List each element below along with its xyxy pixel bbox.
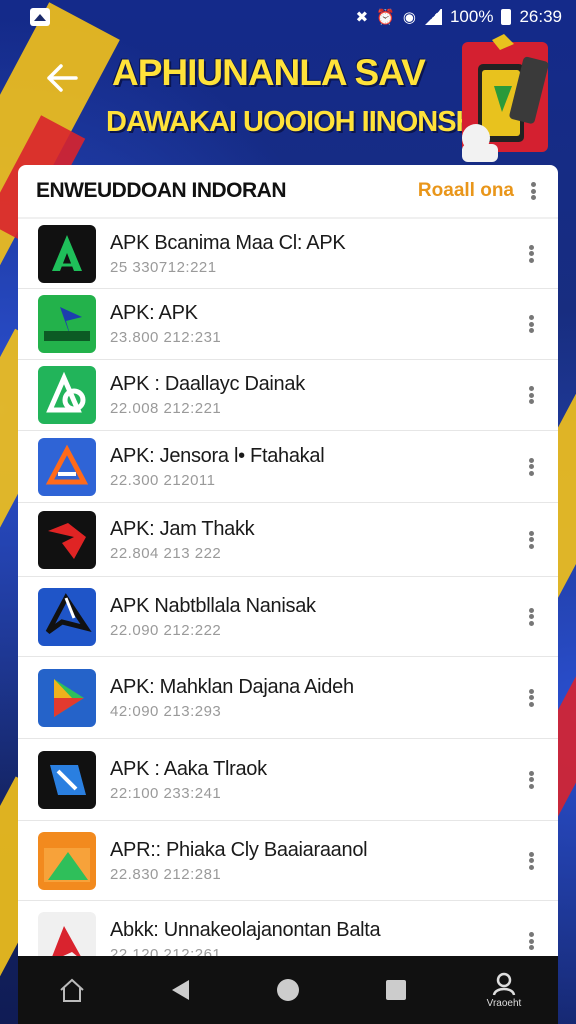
profile-label: Vraoeht	[486, 997, 522, 1009]
app-meta: 22.300 212011	[110, 471, 216, 489]
red-tab-icon	[38, 912, 96, 956]
row-menu-icon[interactable]	[524, 930, 538, 952]
mute-icon: ✖	[355, 8, 369, 26]
row-menu-icon[interactable]	[524, 243, 538, 265]
nav-back-button[interactable]	[145, 960, 215, 1020]
back-arrow-icon	[47, 64, 78, 92]
list-item[interactable]: APK Bcanima Maa Cl: APK 25 330712:221	[18, 219, 558, 289]
row-menu-icon[interactable]	[524, 456, 538, 478]
app-name: APK: Jam Thakk	[110, 517, 255, 540]
back-triangle-icon	[172, 980, 189, 1000]
row-menu-icon[interactable]	[524, 384, 538, 406]
list-item[interactable]: APK Nabtbllala Nanisak 22.090 212:222	[18, 577, 558, 657]
bottom-nav-bar: Vraoeht	[18, 956, 558, 1024]
home-icon	[60, 978, 84, 1002]
nav-recents-button[interactable]	[361, 960, 431, 1020]
list-item[interactable]: APK : Daallayc Dainak 22.008 212:221	[18, 360, 558, 431]
play-icon	[38, 668, 96, 727]
list-item[interactable]: APK: Jensora l• Ftahakal 22.300 212011	[18, 431, 558, 503]
list-item[interactable]: APK : Aaka Tlraok 22:100 233:241	[18, 739, 558, 821]
header-banner: APHIUNANLA SAV DAWAKAI UOOIOH IINONSHI	[18, 34, 558, 164]
app-name: APK: APK	[110, 302, 198, 324]
headline-line1: APHIUNANLA SAV	[112, 52, 426, 93]
app-name: APK : Aaka Tlraok	[110, 757, 267, 780]
profile-icon	[492, 972, 516, 995]
app-meta: 22.804 213 222	[110, 544, 222, 562]
nav-profile-button[interactable]: Vraoeht	[469, 960, 539, 1020]
list-item[interactable]: APR:: Phiaka Cly Baaiaraanol 22.830 212:…	[18, 821, 558, 901]
list-item[interactable]: APK: Mahklan Dajana Aideh 42:090 213:293	[18, 657, 558, 739]
app-list: APK Bcanima Maa Cl: APK 25 330712:221 AP…	[18, 219, 558, 956]
app-name: APK: Jensora l• Ftahakal	[110, 444, 325, 467]
wifi-icon: ◉	[402, 8, 416, 26]
app-name: APK Nabtbllala Nanisak	[110, 594, 316, 617]
promo-phone-illustration	[462, 34, 549, 162]
row-menu-icon[interactable]	[524, 313, 538, 335]
orange-folder-icon	[38, 831, 96, 890]
downloads-card: ENWEUDDOAN INDORAN Roaall ona APK Bcanim…	[18, 165, 558, 956]
app-notification-icon	[30, 8, 50, 26]
app-name: APK: Mahklan Dajana Aideh	[110, 675, 354, 698]
card-overflow-menu-icon[interactable]	[526, 180, 540, 202]
app-name: APK Bcanima Maa Cl: APK	[110, 231, 346, 254]
back-button[interactable]	[40, 56, 84, 100]
app-name: APR:: Phiaka Cly Baaiaraanol	[110, 838, 368, 861]
battery-icon	[501, 9, 512, 25]
green-a-icon	[38, 224, 96, 283]
clock: 26:39	[519, 7, 562, 26]
row-menu-icon[interactable]	[524, 850, 538, 872]
app-meta: 42:090 213:293	[110, 702, 222, 720]
green-apk-icon	[38, 295, 96, 353]
card-title: ENWEUDDOAN INDORAN	[36, 179, 287, 202]
app-meta: 22.008 212:221	[110, 400, 222, 417]
list-item[interactable]: APK: APK 23.800 212:231	[18, 289, 558, 360]
app-meta: 25 330712:221	[110, 258, 217, 276]
app-meta: 22:100 233:241	[110, 784, 222, 802]
red-arrow-icon	[38, 510, 96, 569]
alarm-icon: ⏰	[376, 8, 395, 26]
row-menu-icon[interactable]	[524, 606, 538, 628]
card-action-link[interactable]: Roaall ona	[418, 180, 514, 202]
headline-line2: DAWAKAI UOOIOH IINONSHI	[106, 106, 484, 138]
app-meta: 22.090 212:222	[110, 621, 222, 639]
blue-arrow-icon	[38, 587, 96, 646]
nav-home-circle-button[interactable]	[253, 960, 323, 1020]
app-meta: 22.830 212:281	[110, 865, 222, 883]
app-name: Abkk: Unnakeolajanontan Balta	[110, 919, 381, 941]
recents-square-icon	[386, 980, 406, 1000]
row-menu-icon[interactable]	[524, 687, 538, 709]
dark-blue-shape-icon	[38, 750, 96, 809]
list-item[interactable]: Abkk: Unnakeolajanontan Balta 22 120 212…	[18, 901, 558, 956]
list-item[interactable]: APK: Jam Thakk 22.804 213 222	[18, 503, 558, 577]
nav-home-button[interactable]	[37, 960, 107, 1020]
circle-home-icon	[277, 979, 299, 1001]
app-meta: 22 120 212:261	[110, 946, 222, 956]
app-meta: 23.800 212:231	[110, 329, 222, 346]
status-bar: ✖ ⏰ ◉ 100% 26:39	[0, 0, 576, 34]
signal-icon	[423, 9, 442, 25]
card-header: ENWEUDDOAN INDORAN Roaall ona	[18, 165, 558, 219]
blue-triangle-icon	[38, 437, 96, 496]
app-name: APK : Daallayc Dainak	[110, 373, 305, 395]
battery-text: 100%	[449, 7, 494, 26]
green-ab-icon	[38, 366, 96, 424]
row-menu-icon[interactable]	[524, 529, 538, 551]
row-menu-icon[interactable]	[524, 769, 538, 791]
